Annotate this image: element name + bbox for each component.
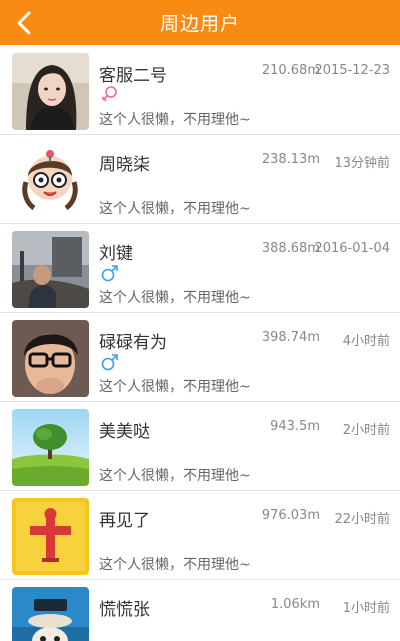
timestamp: 2016-01-04 xyxy=(314,241,390,256)
user-name: 周晓柒 xyxy=(99,155,150,175)
chevron-left-icon xyxy=(17,11,31,35)
distance: 943.5m xyxy=(270,419,320,434)
male-symbol-icon xyxy=(100,263,120,283)
user-row[interactable]: 刘键 388.68m 2016-01-04 这个人很懒，不用理他~ xyxy=(0,225,400,313)
avatar xyxy=(12,409,89,486)
user-name: 碌碌有为 xyxy=(99,333,167,353)
back-button[interactable] xyxy=(8,6,42,40)
timestamp: 4小时前 xyxy=(342,334,390,349)
user-bio: 这个人很懒，不用理他~ xyxy=(99,290,251,306)
timestamp: 13分钟前 xyxy=(334,156,390,171)
timestamp: 2015-12-23 xyxy=(314,63,390,78)
timestamp: 1小时前 xyxy=(342,601,390,616)
user-name: 美美哒 xyxy=(99,422,150,442)
avatar xyxy=(12,587,89,641)
distance: 1.06km xyxy=(270,597,320,612)
user-row[interactable]: 周晓柒 238.13m 13分钟前 这个人很懒，不用理他~ xyxy=(0,136,400,224)
avatar xyxy=(12,498,89,575)
female-symbol-icon xyxy=(100,85,120,105)
distance: 388.68m xyxy=(261,241,320,256)
distance: 210.68m xyxy=(261,63,320,78)
user-row[interactable]: 客服二号 210.68m 2015-12-23 这个人很懒，不用理他~ xyxy=(0,47,400,135)
user-row[interactable]: 再见了 976.03m 22小时前 这个人很懒，不用理他~ xyxy=(0,492,400,580)
user-list: 客服二号 210.68m 2015-12-23 这个人很懒，不用理他~ 周晓柒 … xyxy=(0,45,400,641)
avatar xyxy=(12,142,89,219)
user-name: 慌慌张 xyxy=(99,600,150,620)
distance: 398.74m xyxy=(261,330,320,345)
user-row[interactable]: 慌慌张 1.06km 1小时前 xyxy=(0,581,400,641)
user-name: 刘键 xyxy=(99,244,133,264)
user-bio: 这个人很懒，不用理他~ xyxy=(99,201,251,217)
user-name: 客服二号 xyxy=(99,66,167,86)
user-bio: 这个人很懒，不用理他~ xyxy=(99,557,251,573)
avatar xyxy=(12,231,89,308)
top-nav-bar: 周边用户 xyxy=(0,0,400,45)
male-symbol-icon xyxy=(100,352,120,372)
avatar xyxy=(12,320,89,397)
user-name: 再见了 xyxy=(99,511,150,531)
user-bio: 这个人很懒，不用理他~ xyxy=(99,379,251,395)
timestamp: 22小时前 xyxy=(334,512,390,527)
user-bio: 这个人很懒，不用理他~ xyxy=(99,112,251,128)
user-bio: 这个人很懒，不用理他~ xyxy=(99,468,251,484)
page-title: 周边用户 xyxy=(159,13,240,35)
distance: 238.13m xyxy=(261,152,320,167)
user-row[interactable]: 美美哒 943.5m 2小时前 这个人很懒，不用理他~ xyxy=(0,403,400,491)
timestamp: 2小时前 xyxy=(342,423,390,438)
user-row[interactable]: 碌碌有为 398.74m 4小时前 这个人很懒，不用理他~ xyxy=(0,314,400,402)
avatar xyxy=(12,53,89,130)
distance: 976.03m xyxy=(261,508,320,523)
